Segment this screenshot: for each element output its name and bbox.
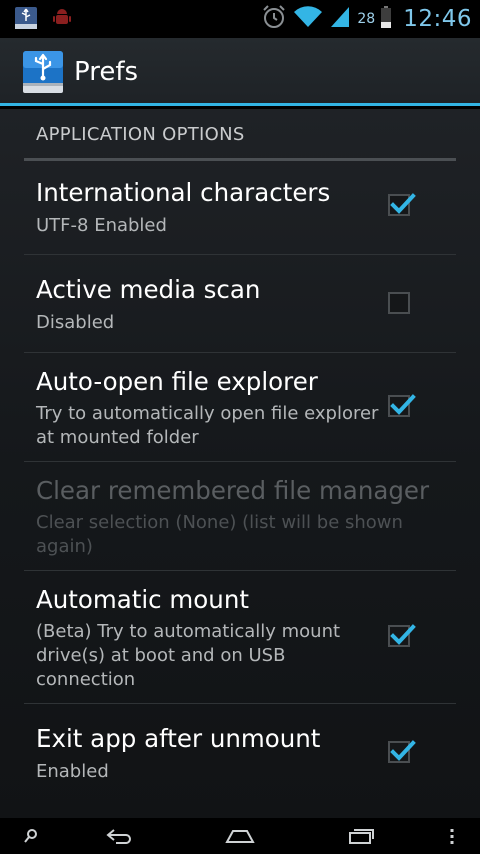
pref-summary: Clear selection (None) (list will be sho… [36, 512, 403, 557]
usb-app-notification-icon [14, 6, 38, 34]
wifi-icon [293, 5, 323, 33]
pref-title: Automatic mount [36, 585, 249, 614]
pref-title: International characters [36, 178, 331, 207]
pref-title: Exit app after unmount [36, 724, 321, 753]
active-media-scan-checkbox[interactable] [388, 292, 410, 314]
pref-summary: UTF-8 Enabled [36, 215, 167, 236]
international-characters-checkbox[interactable] [388, 193, 416, 216]
pref-summary: Enabled [36, 761, 109, 782]
pref-auto-open-file-explorer[interactable]: Auto-open file explorer Try to automatic… [24, 353, 456, 462]
back-icon[interactable] [100, 818, 140, 854]
action-bar: Prefs [0, 38, 480, 106]
battery-icon [381, 5, 392, 33]
android-debug-icon [52, 8, 72, 32]
pref-title: Active media scan [36, 275, 261, 304]
section-header: APPLICATION OPTIONS [24, 121, 456, 161]
navigation-bar [0, 818, 480, 854]
pref-title: Auto-open file explorer [36, 367, 318, 396]
page-title: Prefs [74, 57, 139, 87]
preferences-list: APPLICATION OPTIONS International charac… [0, 109, 480, 818]
usb-drive-icon[interactable] [22, 50, 64, 94]
pref-international-characters[interactable]: International characters UTF-8 Enabled [24, 161, 456, 255]
pref-summary: Disabled [36, 312, 115, 333]
alarm-icon [261, 4, 287, 34]
exit-app-after-unmount-checkbox[interactable] [388, 740, 416, 763]
home-icon[interactable] [222, 818, 258, 854]
pref-automatic-mount[interactable]: Automatic mount (Beta) Try to automatica… [24, 571, 456, 704]
pref-exit-app-after-unmount[interactable]: Exit app after unmount Enabled [24, 704, 456, 804]
pref-active-media-scan[interactable]: Active media scan Disabled [24, 255, 456, 353]
automatic-mount-checkbox[interactable] [388, 624, 416, 647]
pref-summary: (Beta) Try to automatically mount drive(… [36, 621, 341, 690]
action-bar-accent-line [0, 103, 480, 106]
pref-title: Clear remembered file manager [36, 476, 430, 505]
section-header-label: APPLICATION OPTIONS [36, 124, 245, 145]
auto-open-file-explorer-checkbox[interactable] [388, 394, 416, 417]
recent-apps-icon[interactable] [344, 818, 380, 854]
pref-summary: Try to automatically open file explorer … [36, 403, 379, 448]
overflow-menu-icon[interactable] [442, 818, 462, 854]
clock: 12:46 [403, 6, 472, 32]
battery-level: 28 [357, 11, 376, 27]
status-bar: 28 12:46 [0, 0, 480, 38]
search-icon[interactable] [16, 818, 46, 854]
pref-clear-remembered-file-manager: Clear remembered file manager Clear sele… [24, 462, 456, 571]
signal-icon [329, 5, 351, 33]
